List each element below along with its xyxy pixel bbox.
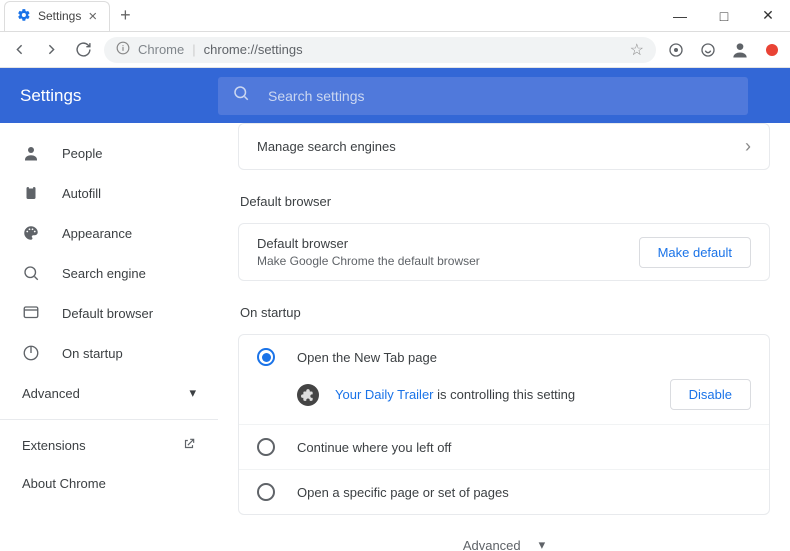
sidebar: People Autofill Appearance Search engine…	[0, 123, 218, 551]
extension-icon-3[interactable]	[762, 40, 782, 60]
settings-gear-icon	[17, 8, 31, 25]
url-scheme: Chrome	[138, 42, 184, 57]
search-icon	[232, 84, 250, 107]
external-link-icon	[182, 437, 196, 454]
profile-icon[interactable]	[730, 40, 750, 60]
palette-icon	[22, 224, 40, 242]
power-icon	[22, 344, 40, 362]
back-button[interactable]	[8, 39, 30, 61]
forward-button[interactable]	[40, 39, 62, 61]
manage-search-engines-row[interactable]: Manage search engines ›	[238, 123, 770, 170]
search-input[interactable]	[268, 88, 734, 104]
on-startup-heading: On startup	[240, 305, 770, 320]
chevron-down-icon: ▾	[539, 537, 546, 551]
settings-search[interactable]	[218, 77, 748, 115]
sidebar-about[interactable]: About Chrome	[0, 465, 218, 502]
sidebar-item-appearance[interactable]: Appearance	[0, 213, 218, 253]
info-icon	[116, 41, 130, 58]
search-icon	[22, 264, 40, 282]
tab-title: Settings	[38, 9, 81, 23]
advanced-toggle[interactable]: Advanced ▾	[238, 515, 770, 551]
reload-button[interactable]	[72, 39, 94, 61]
bookmark-star-icon[interactable]: ☆	[630, 40, 644, 60]
window-close-button[interactable]: ✕	[746, 0, 790, 32]
person-icon	[22, 144, 40, 162]
main-content: Manage search engines › Default browser …	[218, 123, 790, 551]
radio-unchecked-icon[interactable]	[257, 483, 275, 501]
window-minimize-button[interactable]: —	[658, 0, 702, 32]
clipboard-icon	[22, 184, 40, 202]
chevron-right-icon: ›	[745, 136, 751, 157]
sidebar-item-on-startup[interactable]: On startup	[0, 333, 218, 373]
sidebar-extensions[interactable]: Extensions	[0, 426, 218, 465]
default-browser-row: Default browser Make Google Chrome the d…	[239, 224, 769, 280]
sidebar-item-people[interactable]: People	[0, 133, 218, 173]
window-maximize-button[interactable]: □	[702, 0, 746, 32]
startup-specific-option[interactable]: Open a specific page or set of pages	[239, 469, 769, 514]
sidebar-advanced[interactable]: Advanced ▾	[0, 373, 218, 413]
radio-checked-icon[interactable]	[257, 348, 275, 366]
radio-unchecked-icon[interactable]	[257, 438, 275, 456]
close-icon[interactable]: ×	[88, 9, 97, 24]
sidebar-item-search-engine[interactable]: Search engine	[0, 253, 218, 293]
browser-tab[interactable]: Settings ×	[4, 1, 110, 31]
default-browser-heading: Default browser	[240, 194, 770, 209]
extension-name-link[interactable]: Your Daily Trailer	[335, 387, 434, 402]
extension-icon-1[interactable]	[666, 40, 686, 60]
address-bar[interactable]: Chrome | chrome://settings ☆	[104, 37, 656, 63]
url-path: chrome://settings	[204, 42, 303, 57]
extension-notice: Your Daily Trailer is controlling this s…	[239, 379, 769, 424]
sidebar-item-default-browser[interactable]: Default browser	[0, 293, 218, 333]
browser-icon	[22, 304, 40, 322]
new-tab-button[interactable]: +	[110, 5, 141, 26]
make-default-button[interactable]: Make default	[639, 237, 751, 268]
page-title: Settings	[20, 86, 218, 106]
extension-badge-icon	[297, 384, 319, 406]
startup-continue-option[interactable]: Continue where you left off	[239, 424, 769, 469]
extension-icon-2[interactable]	[698, 40, 718, 60]
chevron-down-icon: ▾	[189, 385, 196, 401]
sidebar-item-autofill[interactable]: Autofill	[0, 173, 218, 213]
startup-new-tab-option[interactable]: Open the New Tab page	[239, 335, 769, 379]
disable-button[interactable]: Disable	[670, 379, 751, 410]
